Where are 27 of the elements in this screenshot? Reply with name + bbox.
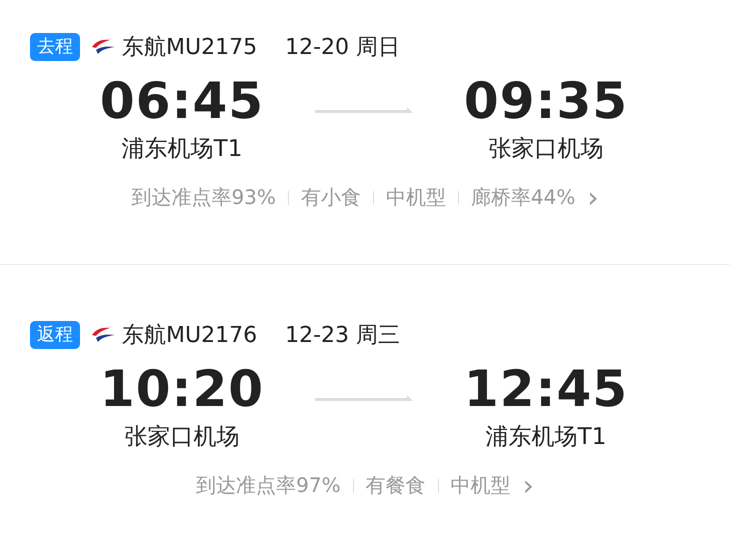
flight-info: 到达准点率93%	[131, 184, 276, 211]
flight-number: 东航MU2176	[122, 322, 258, 350]
airline-logo-icon	[90, 38, 116, 56]
chevron-icon[interactable]: ›	[587, 188, 599, 208]
arrival-airport: 张家口机场	[488, 135, 604, 164]
arrow-icon	[315, 394, 413, 404]
flight-date: 12-23 周三	[285, 322, 400, 350]
trip-badge: 去程	[30, 33, 80, 61]
chevron-icon[interactable]: ›	[522, 476, 534, 496]
airline-logo-icon	[90, 326, 116, 344]
arrival-airport: 浦东机场T1	[486, 423, 606, 452]
arrival-time: 09:35	[464, 72, 628, 130]
departure-airport: 浦东机场T1	[122, 135, 242, 164]
arrow-icon	[315, 106, 413, 116]
departure-airport: 张家口机场	[124, 423, 240, 452]
trip-badge: 返程	[30, 321, 80, 349]
flight-info: 中机型	[386, 184, 446, 211]
departure-time: 06:45	[100, 72, 264, 130]
departure-time: 10:20	[100, 360, 264, 418]
flight-date: 12-20 周日	[285, 34, 400, 62]
flight-number: 东航MU2175	[122, 34, 258, 62]
arrival-time: 12:45	[464, 360, 628, 418]
flight-info: 廊桥率44%	[470, 184, 576, 211]
flight-info: 有餐食	[366, 472, 426, 499]
flight-info: 到达准点率97%	[196, 472, 341, 499]
flight-info: 中机型	[450, 472, 511, 499]
flight-info: 有小食	[300, 184, 361, 211]
